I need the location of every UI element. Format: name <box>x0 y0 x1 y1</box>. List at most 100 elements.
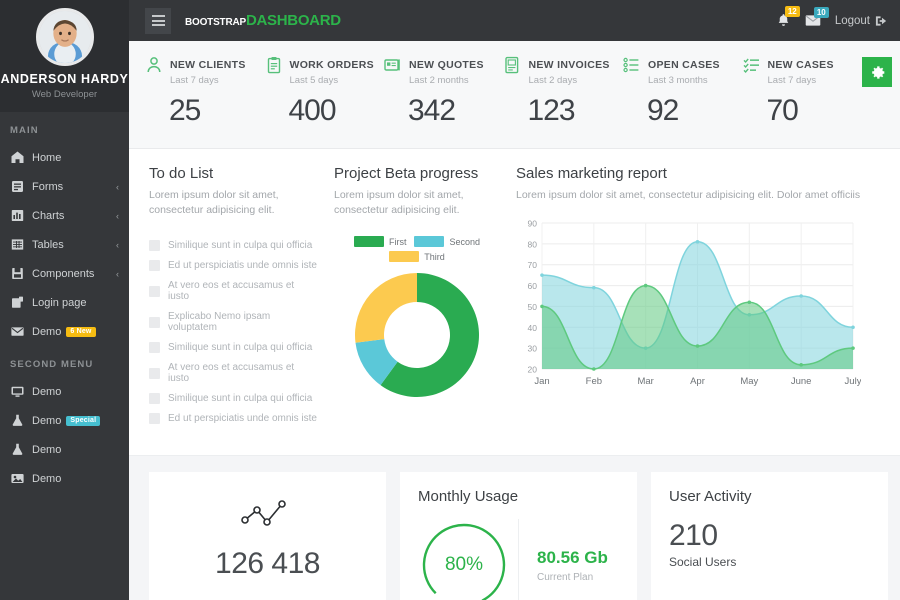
todo-checkbox[interactable] <box>149 393 160 405</box>
todo-item-label: At vero eos et accusamus et iusto <box>168 362 295 385</box>
notifications-button[interactable]: 12 <box>776 6 800 28</box>
brand-logo[interactable]: BOOTSTRAP DASHBOARD <box>185 12 341 29</box>
sidebar-item-demo-11[interactable]: Demo Special <box>0 406 129 435</box>
todo-checkbox[interactable] <box>149 342 160 354</box>
avatar <box>35 8 94 66</box>
todo-item[interactable]: Ed ut perspiciatis unde omnis iste <box>149 413 318 425</box>
user-activity-caption: Social Users <box>669 555 737 570</box>
data-point <box>747 300 752 305</box>
sidebar-profile: ANDERSON HARDY Web Developer <box>0 0 129 112</box>
user-activity-value: 210 <box>669 519 718 553</box>
sidebar-item-charts-02[interactable]: Charts ‹ <box>0 201 129 230</box>
y-axis-tick-label: 90 <box>528 219 538 229</box>
profile-role: Web Developer <box>31 89 98 100</box>
sidebar-item-demo-06[interactable]: Demo 6 New <box>0 317 129 346</box>
flask-icon <box>12 414 23 426</box>
hamburger-icon[interactable] <box>145 7 171 34</box>
mail-icon <box>11 327 24 336</box>
dashboard-app: ANDERSON HARDY Web Developer MAIN Home For… <box>0 0 900 600</box>
sidebar-item-forms-01[interactable]: Forms ‹ <box>0 172 129 201</box>
logout-button[interactable]: Logout <box>835 15 888 27</box>
usage-gauge: 80% <box>418 519 510 600</box>
person-icon <box>147 57 161 73</box>
sparkline-icon <box>240 500 286 527</box>
main-area: BOOTSTRAP DASHBOARD 12 10 Logout NEW CLI… <box>129 0 900 600</box>
stat-text: NEW QUOTES Last 2 months <box>409 55 484 86</box>
donut-legend-item: Second <box>414 236 480 248</box>
usage-gauge-label: 80% <box>444 554 484 576</box>
sidebar-item-label: Components <box>32 267 95 280</box>
stat-card-open-cases: OPEN CASES Last 3 months 92 <box>623 55 743 128</box>
stat-title: WORK ORDERS <box>289 59 374 71</box>
sales-panel: Sales marketing report Lorem ipsum dolor… <box>516 165 888 433</box>
checklist-icon <box>743 58 759 74</box>
y-axis-tick-label: 80 <box>528 240 538 250</box>
sidebar-item-components-04[interactable]: Components ‹ <box>0 259 129 288</box>
sidebar-item-login-page-05[interactable]: Login page <box>0 288 129 317</box>
sidebar-item-demo-10[interactable]: Demo <box>0 377 129 406</box>
data-point <box>540 273 544 278</box>
list-dots-icon-wrap <box>623 56 641 74</box>
todo-item[interactable]: Ed ut perspiciatis unde omnis iste <box>149 260 318 272</box>
charts-icon-wrap <box>10 208 25 223</box>
todo-checkbox[interactable] <box>149 367 160 379</box>
invoice-icon-wrap <box>504 56 522 74</box>
panels-row: To do List Lorem ipsum dolor sit amet, c… <box>129 149 900 457</box>
stat-value: 92 <box>647 94 679 127</box>
todo-item[interactable]: At vero eos et accusamus et iusto <box>149 362 318 384</box>
x-axis-tick-label: July <box>845 376 861 387</box>
stat-value: 342 <box>408 94 456 127</box>
stat-card-work-orders: WORK ORDERS Last 5 days 400 <box>265 55 385 128</box>
todo-item[interactable]: At vero eos et accusamus et iusto <box>149 280 318 302</box>
y-axis-tick-label: 70 <box>528 260 538 270</box>
stat-title: NEW QUOTES <box>409 59 484 71</box>
flask-icon <box>12 443 23 455</box>
todo-checkbox[interactable] <box>149 316 160 328</box>
sidebar-nav: MAIN Home Forms ‹ Charts ‹ Tables ‹ Components ‹ L… <box>0 112 129 493</box>
todo-item[interactable]: Explicabo Nemo ipsam voluptatem <box>149 311 318 333</box>
stat-value: 400 <box>288 94 337 127</box>
todo-item[interactable]: Similique sunt in culpa qui officia <box>149 240 318 252</box>
usage-caption: Current Plan <box>537 571 594 583</box>
todo-checkbox[interactable] <box>149 413 160 425</box>
sales-title: Sales marketing report <box>516 165 667 182</box>
sidebar-item-demo-12[interactable]: Demo <box>0 435 129 464</box>
stat-subtitle: Last 2 days <box>528 75 578 86</box>
tables-icon-wrap <box>10 237 25 252</box>
todo-checkbox[interactable] <box>149 260 160 272</box>
sidebar-item-label: Login page <box>32 296 87 309</box>
image-icon <box>11 474 24 483</box>
todo-checkbox[interactable] <box>149 285 160 297</box>
stat-header: NEW CASES Last 7 days <box>743 55 859 86</box>
image-icon-wrap <box>10 471 25 486</box>
y-axis-tick-label: 40 <box>528 323 538 333</box>
x-axis-tick-label: May <box>740 376 758 387</box>
logout-label: Logout <box>834 14 870 27</box>
user-avatar-photo-icon <box>38 11 91 63</box>
logout-icon <box>875 15 887 26</box>
x-axis-tick-label: Feb <box>586 376 602 387</box>
y-axis-tick-label: 30 <box>528 344 538 354</box>
home-icon <box>11 151 24 163</box>
home-icon-wrap <box>10 150 25 165</box>
clipboard-icon-wrap <box>265 56 283 74</box>
todo-item[interactable]: Similique sunt in culpa qui officia <box>149 342 318 354</box>
stat-value: 70 <box>766 94 799 127</box>
todo-item[interactable]: Similique sunt in culpa qui officia <box>149 393 318 405</box>
sidebar-item-home-00[interactable]: Home <box>0 143 129 172</box>
todo-checkbox[interactable] <box>149 240 160 252</box>
messages-button[interactable]: 10 <box>805 7 829 27</box>
monitor-icon-wrap <box>10 384 25 399</box>
gear-button[interactable] <box>862 57 892 87</box>
sidebar-item-tables-03[interactable]: Tables ‹ <box>0 230 129 259</box>
stats-strip: NEW CLIENTS Last 7 days 25 WORK ORDERS Last … <box>129 41 900 149</box>
stat-text: NEW CLIENTS Last 7 days <box>170 55 246 86</box>
stat-title: NEW CLIENTS <box>170 59 246 71</box>
sidebar-item-demo-13[interactable]: Demo <box>0 464 129 493</box>
todo-item-label: Explicabo Nemo ipsam voluptatem <box>168 311 271 334</box>
stat-subtitle: Last 2 months <box>409 75 469 86</box>
x-axis-tick-label: Jan <box>534 376 549 387</box>
x-axis-tick-label: Apr <box>690 376 705 387</box>
stat-header: OPEN CASES Last 3 months <box>623 55 739 86</box>
sidebar-item-label: Demo <box>32 325 62 338</box>
